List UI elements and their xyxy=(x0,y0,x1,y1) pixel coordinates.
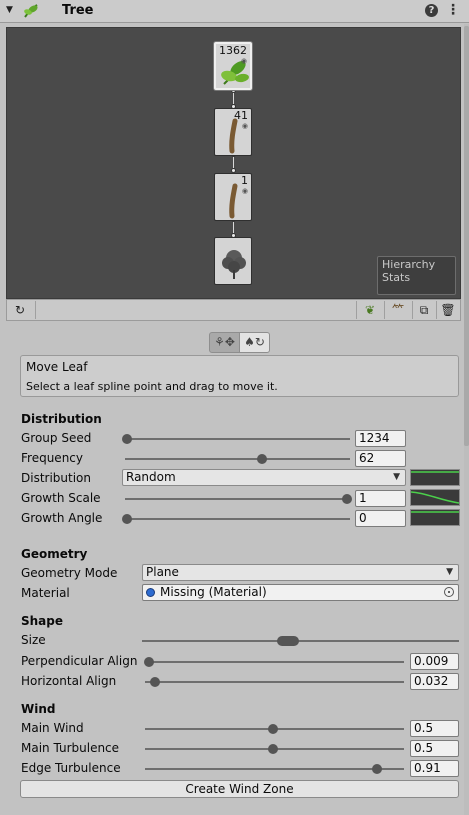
section-distribution: Distribution xyxy=(21,412,102,426)
branch-group-node[interactable]: 1 ◉ xyxy=(214,173,252,221)
toolbar-divider xyxy=(384,301,385,319)
section-wind: Wind xyxy=(21,702,56,716)
main-wind-input[interactable]: 0.5 xyxy=(410,720,459,737)
distribution-dropdown[interactable]: Random ▼ xyxy=(122,469,406,486)
section-geometry: Geometry xyxy=(21,547,88,561)
section-shape: Shape xyxy=(21,614,64,628)
hierarchy-view[interactable]: 1362 ◉ 41 ◉ 1 ◉ Hierarchy Stats xyxy=(6,27,461,299)
geometry-mode-dropdown[interactable]: Plane ▼ xyxy=(142,564,459,581)
material-value: Missing (Material) xyxy=(160,585,267,599)
edge-turbulence-slider-track[interactable] xyxy=(145,768,404,770)
main-turbulence-slider-handle[interactable] xyxy=(268,744,278,754)
main-turbulence-label: Main Turbulence xyxy=(21,741,120,755)
edge-turbulence-label: Edge Turbulence xyxy=(21,761,121,775)
delete-trash-icon[interactable]: 🗑 xyxy=(437,301,459,319)
edit-mode-toggle: ⚘✥ ♠↻ xyxy=(209,332,271,353)
branch-group-node[interactable]: 41 ◉ xyxy=(214,108,252,156)
toolbar-divider xyxy=(356,301,357,319)
distribution-dropdown-value: Random xyxy=(126,470,176,484)
edge-turbulence-slider-handle[interactable] xyxy=(372,764,382,774)
foldout-arrow-icon[interactable]: ▼ xyxy=(6,5,13,15)
size-minmax-slider-track[interactable] xyxy=(142,640,459,642)
growth-scale-slider-handle[interactable] xyxy=(342,494,352,504)
geometry-mode-label: Geometry Mode xyxy=(21,566,118,580)
main-wind-slider-handle[interactable] xyxy=(268,724,278,734)
dropdown-arrow-icon: ▼ xyxy=(393,472,400,482)
help-icon[interactable]: ? xyxy=(425,4,438,17)
distribution-label: Distribution xyxy=(21,471,92,485)
component-title: Tree xyxy=(62,3,94,18)
material-label: Material xyxy=(21,586,70,600)
growth-angle-label: Growth Angle xyxy=(21,511,103,525)
frequency-label: Frequency xyxy=(21,451,83,465)
tree-root-node[interactable] xyxy=(214,237,252,285)
geometry-mode-value: Plane xyxy=(146,565,179,579)
material-icon xyxy=(146,588,155,597)
growth-angle-slider-handle[interactable] xyxy=(122,514,132,524)
refresh-icon[interactable]: ↻ xyxy=(9,301,31,319)
horizontal-align-slider-track[interactable] xyxy=(145,681,404,683)
growth-angle-curve-field[interactable] xyxy=(410,509,460,526)
rotate-leaf-mode-icon[interactable]: ♠↻ xyxy=(239,332,270,353)
node-count: 1362 xyxy=(219,44,247,57)
tool-description: Select a leaf spline point and drag to m… xyxy=(26,380,278,393)
inspector-header: ▼ Tree ? ⋮ xyxy=(0,0,469,23)
toolbar-divider xyxy=(35,301,36,319)
growth-scale-curve-icon xyxy=(410,491,460,504)
object-picker-icon[interactable] xyxy=(444,587,454,597)
move-leaf-mode-icon[interactable]: ⚘✥ xyxy=(209,332,240,353)
node-count: 41 xyxy=(234,109,248,122)
group-seed-input[interactable]: 1234 xyxy=(355,430,406,447)
tree-silhouette-icon xyxy=(222,250,246,279)
group-seed-slider-handle[interactable] xyxy=(122,434,132,444)
main-wind-label: Main Wind xyxy=(21,721,84,735)
tool-title: Move Leaf xyxy=(26,360,88,374)
node-count: 1 xyxy=(241,174,248,187)
perpendicular-align-input[interactable]: 0.009 xyxy=(410,653,459,670)
frequency-input[interactable]: 62 xyxy=(355,450,406,467)
growth-scale-slider-track[interactable] xyxy=(125,498,350,500)
hierarchy-stats-button[interactable]: Hierarchy Stats xyxy=(377,256,456,295)
main-turbulence-input[interactable]: 0.5 xyxy=(410,740,459,757)
distribution-curve-icon xyxy=(411,471,459,473)
growth-angle-slider-track[interactable] xyxy=(125,518,350,520)
tree-icon xyxy=(24,4,38,18)
leaf-group-node[interactable]: 1362 ◉ xyxy=(214,42,252,90)
more-options-icon[interactable]: ⋮ xyxy=(446,2,460,18)
tool-info-box: Move Leaf Select a leaf spline point and… xyxy=(20,355,459,397)
growth-scale-curve-field[interactable] xyxy=(410,489,460,506)
dropdown-arrow-icon: ▼ xyxy=(446,567,453,577)
perpendicular-align-slider-track[interactable] xyxy=(145,661,404,663)
hierarchy-toolbar: ↻ ❦ ⺮ ⧉ 🗑 xyxy=(6,299,461,321)
distribution-curve-field[interactable] xyxy=(410,469,460,486)
growth-scale-input[interactable]: 1 xyxy=(355,490,406,507)
visibility-eye-icon[interactable]: ◉ xyxy=(242,122,248,130)
perpendicular-align-slider-handle[interactable] xyxy=(144,657,154,667)
growth-angle-input[interactable]: 0 xyxy=(355,510,406,527)
edge-turbulence-input[interactable]: 0.91 xyxy=(410,760,459,777)
size-minmax-slider-handle[interactable] xyxy=(277,636,299,646)
create-wind-zone-button[interactable]: Create Wind Zone xyxy=(20,780,459,798)
horizontal-align-slider-handle[interactable] xyxy=(150,677,160,687)
duplicate-icon[interactable]: ⧉ xyxy=(413,301,435,319)
add-leaf-group-icon[interactable]: ❦ xyxy=(359,301,381,319)
perpendicular-align-label: Perpendicular Align xyxy=(21,654,138,668)
scrollbar-thumb[interactable] xyxy=(464,26,469,446)
frequency-slider-track[interactable] xyxy=(125,458,350,460)
horizontal-align-label: Horizontal Align xyxy=(21,674,117,688)
growth-scale-label: Growth Scale xyxy=(21,491,101,505)
visibility-eye-icon[interactable]: ◉ xyxy=(242,187,248,195)
frequency-slider-handle[interactable] xyxy=(257,454,267,464)
growth-angle-curve-icon xyxy=(411,511,459,513)
vertical-scrollbar[interactable] xyxy=(464,24,469,815)
add-branch-group-icon[interactable]: ⺮ xyxy=(387,301,409,319)
horizontal-align-input[interactable]: 0.032 xyxy=(410,673,459,690)
size-label: Size xyxy=(21,633,46,647)
visibility-eye-icon[interactable]: ◉ xyxy=(241,57,247,65)
group-seed-slider-track[interactable] xyxy=(125,438,350,440)
material-object-field[interactable]: Missing (Material) xyxy=(142,584,459,601)
group-seed-label: Group Seed xyxy=(21,431,92,445)
